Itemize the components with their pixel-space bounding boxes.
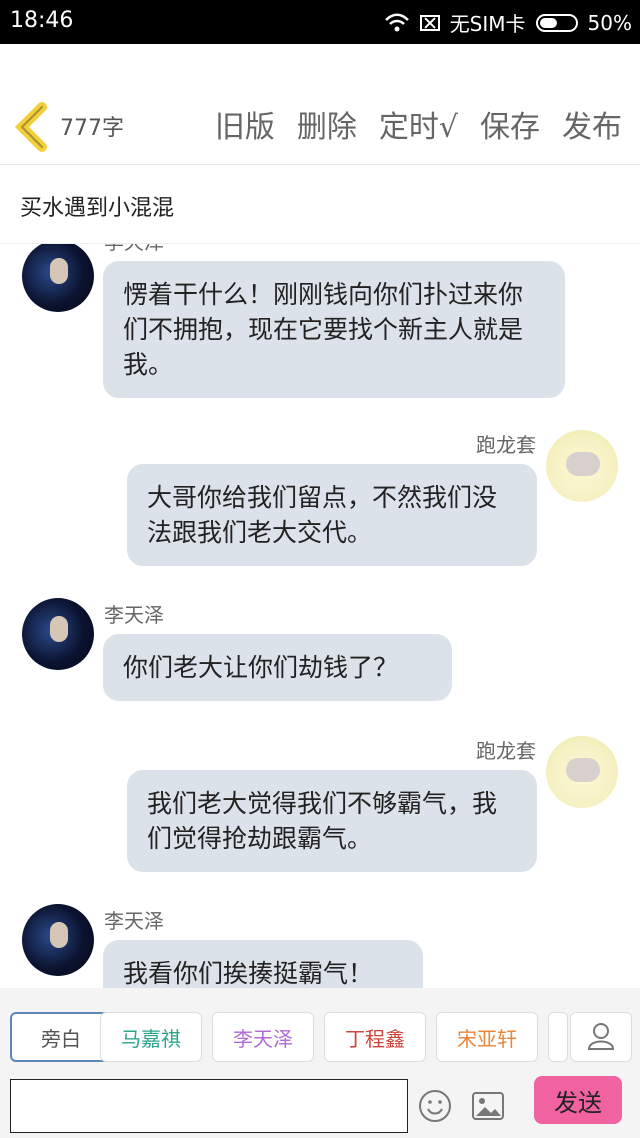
chevron-left-icon[interactable] bbox=[12, 102, 52, 152]
editor-toolbar: 777字 旧版 删除 定时√ 保存 发布 bbox=[0, 96, 640, 160]
avatar bbox=[546, 430, 618, 502]
message-bubble[interactable]: 愣着干什么！刚刚钱向你们扑过来你们不拥抱，现在它要找个新主人就是我。 bbox=[103, 261, 565, 398]
user-icon[interactable] bbox=[570, 1012, 632, 1062]
message-input[interactable] bbox=[10, 1079, 408, 1133]
battery-percent: 50% bbox=[587, 10, 632, 35]
old-version-button[interactable]: 旧版 bbox=[215, 102, 275, 146]
publish-button[interactable]: 发布 bbox=[562, 102, 622, 146]
sim-status: 无SIM卡 bbox=[449, 12, 526, 36]
smile-icon[interactable] bbox=[418, 1089, 452, 1123]
status-right: 无SIM卡 50% bbox=[384, 8, 632, 37]
chat-list[interactable]: 李天泽 愣着干什么！刚刚钱向你们扑过来你们不拥抱，现在它要找个新主人就是我。 跑… bbox=[0, 244, 640, 988]
character-chip[interactable]: 丁程鑫 bbox=[324, 1012, 426, 1062]
delete-button[interactable]: 删除 bbox=[297, 102, 357, 146]
sender-name: 李天泽 bbox=[104, 603, 164, 627]
story-title[interactable]: 买水遇到小混混 bbox=[20, 190, 174, 222]
status-bar: 18:46 无SIM卡 50% bbox=[0, 0, 640, 44]
toolbar-divider bbox=[0, 164, 640, 165]
composer-panel: 旁白 马嘉祺 李天泽 丁程鑫 宋亚轩 发送 bbox=[0, 988, 640, 1138]
image-icon[interactable] bbox=[470, 1089, 506, 1123]
character-chip-partial[interactable] bbox=[548, 1012, 568, 1062]
send-button[interactable]: 发送 bbox=[534, 1076, 622, 1124]
sender-name: 跑龙套 bbox=[476, 433, 536, 457]
sender-name: 李天泽 bbox=[104, 244, 164, 255]
sender-name: 李天泽 bbox=[104, 909, 164, 933]
character-chip[interactable]: 宋亚轩 bbox=[436, 1012, 538, 1062]
character-chip[interactable]: 李天泽 bbox=[212, 1012, 314, 1062]
save-button[interactable]: 保存 bbox=[480, 102, 540, 146]
message-bubble[interactable]: 你们老大让你们劫钱了？ bbox=[103, 634, 452, 701]
status-time: 18:46 bbox=[10, 8, 74, 33]
character-chip[interactable]: 马嘉祺 bbox=[100, 1012, 202, 1062]
sender-name: 跑龙套 bbox=[476, 739, 536, 763]
no-sim-icon bbox=[419, 14, 440, 31]
avatar bbox=[22, 598, 94, 670]
message-bubble[interactable]: 大哥你给我们留点，不然我们没法跟我们老大交代。 bbox=[127, 464, 537, 566]
schedule-button[interactable]: 定时√ bbox=[379, 102, 458, 146]
word-count: 777字 bbox=[60, 116, 124, 141]
toolbar-actions: 旧版 删除 定时√ 保存 发布 bbox=[215, 102, 622, 146]
avatar bbox=[22, 904, 94, 976]
character-chip-narrator[interactable]: 旁白 bbox=[10, 1012, 112, 1062]
message-bubble[interactable]: 我们老大觉得我们不够霸气，我们觉得抢劫跟霸气。 bbox=[127, 770, 537, 872]
battery-icon bbox=[535, 13, 578, 32]
avatar bbox=[22, 244, 94, 312]
wifi-icon bbox=[384, 13, 409, 31]
avatar bbox=[546, 736, 618, 808]
message-bubble[interactable]: 我看你们挨揍挺霸气！ bbox=[103, 940, 423, 988]
